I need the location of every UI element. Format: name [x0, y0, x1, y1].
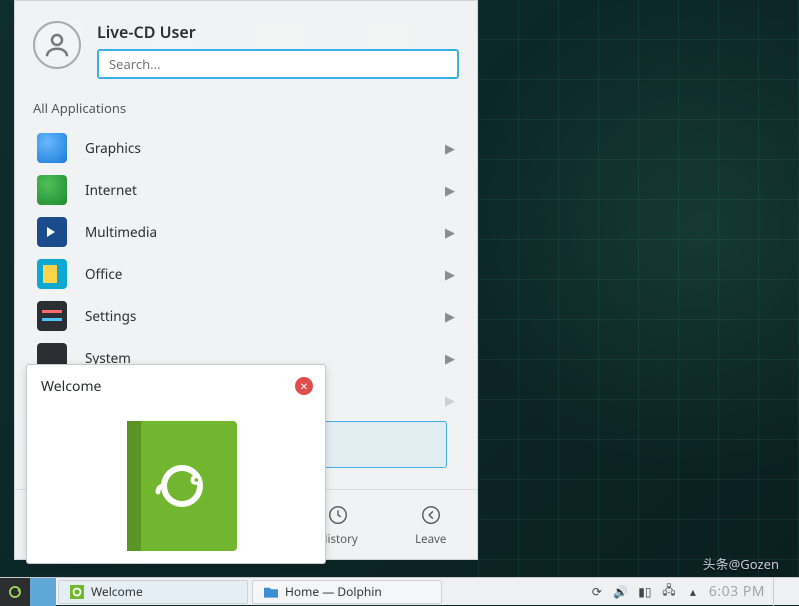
tray-expand-icon[interactable]: ▴	[685, 584, 701, 600]
chevron-right-icon: ▶	[445, 391, 455, 409]
menu-header: Live-CD User	[15, 1, 477, 93]
category-graphics[interactable]: Graphics ▶	[27, 127, 465, 169]
opensuse-logo	[127, 421, 237, 551]
volume-icon[interactable]: 🔊	[613, 584, 629, 600]
battery-icon[interactable]: ▮▯	[637, 584, 653, 600]
welcome-title: Welcome	[41, 377, 311, 396]
category-multimedia[interactable]: Multimedia ▶	[27, 211, 465, 253]
office-icon	[37, 259, 67, 289]
graphics-icon	[37, 133, 67, 163]
task-welcome[interactable]: Welcome	[58, 580, 248, 604]
clock[interactable]: 6:03 PM	[709, 582, 765, 601]
chevron-right-icon: ▶	[445, 181, 455, 199]
history-icon	[325, 502, 351, 528]
updates-icon[interactable]: ⟳	[589, 584, 605, 600]
category-settings[interactable]: Settings ▶	[27, 295, 465, 337]
username-label: Live-CD User	[97, 21, 459, 43]
show-desktop-button[interactable]	[773, 578, 791, 606]
taskbar: Welcome Home — Dolphin ⟳ 🔊 ▮▯ 🖧 ▴ 6:03 P…	[0, 577, 799, 605]
settings-icon	[37, 301, 67, 331]
chevron-right-icon: ▶	[445, 349, 455, 367]
multimedia-icon	[37, 217, 67, 247]
leave-icon	[418, 502, 444, 528]
opensuse-icon	[6, 583, 24, 601]
watermark: 头条@Gozen	[703, 554, 779, 573]
folder-icon	[263, 584, 279, 600]
start-button[interactable]	[0, 578, 30, 606]
search-input[interactable]	[97, 49, 459, 79]
network-icon[interactable]: 🖧	[661, 584, 677, 600]
section-title: All Applications	[15, 93, 477, 127]
close-button[interactable]: ✕	[295, 377, 313, 395]
close-icon: ✕	[300, 379, 308, 393]
chevron-right-icon: ▶	[445, 265, 455, 283]
welcome-dialog: Welcome ✕	[26, 364, 326, 564]
chevron-right-icon: ▶	[445, 223, 455, 241]
tab-leave[interactable]: Leave	[396, 502, 466, 547]
user-icon	[42, 30, 72, 60]
gecko-icon	[152, 456, 212, 516]
chevron-right-icon: ▶	[445, 139, 455, 157]
category-office[interactable]: Office ▶	[27, 253, 465, 295]
chevron-right-icon: ▶	[445, 307, 455, 325]
category-internet[interactable]: Internet ▶	[27, 169, 465, 211]
internet-icon	[37, 175, 67, 205]
user-avatar[interactable]	[33, 21, 81, 69]
quicklaunch-pager[interactable]	[30, 578, 56, 606]
task-dolphin[interactable]: Home — Dolphin	[252, 580, 442, 604]
welcome-task-icon	[69, 584, 85, 600]
system-tray: ⟳ 🔊 ▮▯ 🖧 ▴ 6:03 PM	[581, 578, 799, 606]
